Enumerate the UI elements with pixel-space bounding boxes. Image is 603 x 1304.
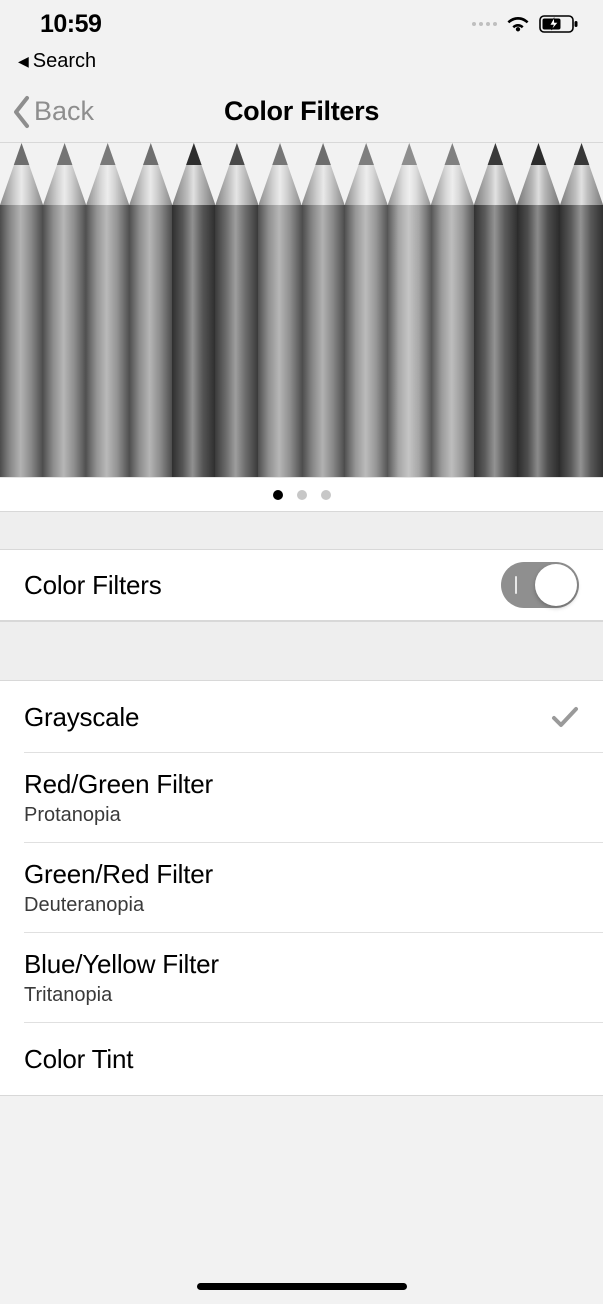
pencil: [258, 143, 301, 477]
pencil: [129, 143, 172, 477]
checkmark-icon: [551, 706, 579, 728]
filter-title: Red/Green Filter: [24, 769, 213, 800]
page-dot[interactable]: [321, 490, 331, 500]
page-dot[interactable]: [273, 490, 283, 500]
pencil: [172, 143, 215, 477]
pencil: [345, 143, 388, 477]
breadcrumb-label: Search: [33, 50, 96, 73]
filter-subtitle: Tritanopia: [24, 984, 219, 1007]
color-filters-toggle-cell[interactable]: Color Filters: [0, 549, 603, 621]
home-indicator[interactable]: [197, 1283, 407, 1290]
nav-bar: Back Color Filters: [0, 81, 603, 143]
filter-title: Grayscale: [24, 702, 139, 733]
color-filters-toggle[interactable]: [501, 562, 579, 608]
color-preview-image[interactable]: [0, 143, 603, 478]
back-label: Back: [34, 96, 94, 127]
battery-charging-icon: [539, 14, 579, 34]
pencil: [388, 143, 431, 477]
pencil: [431, 143, 474, 477]
status-icons: [472, 14, 579, 34]
pencil: [43, 143, 86, 477]
filter-option[interactable]: Red/Green Filter Protanopia: [0, 753, 603, 843]
color-filters-toggle-label: Color Filters: [24, 570, 162, 601]
status-bar: 10:59: [0, 0, 603, 48]
breadcrumb-back-icon: ◀: [18, 53, 29, 70]
status-time: 10:59: [40, 10, 101, 39]
chevron-left-icon: [12, 95, 32, 129]
filter-title: Color Tint: [24, 1044, 133, 1075]
filter-subtitle: Deuteranopia: [24, 894, 213, 917]
pencil: [0, 143, 43, 477]
cellular-dots-icon: [472, 22, 497, 26]
filter-title: Green/Red Filter: [24, 859, 213, 890]
filter-list: Grayscale Red/Green Filter Protanopia Green…: [0, 681, 603, 1096]
pencil: [86, 143, 129, 477]
filter-option[interactable]: Green/Red Filter Deuteranopia: [0, 843, 603, 933]
filter-option[interactable]: Color Tint: [0, 1023, 603, 1095]
pencil: [474, 143, 517, 477]
pencil: [215, 143, 258, 477]
pencil: [517, 143, 560, 477]
page-title: Color Filters: [224, 96, 379, 127]
breadcrumb[interactable]: ◀ Search: [0, 48, 603, 81]
pencil: [302, 143, 345, 477]
pencil: [560, 143, 603, 477]
back-button[interactable]: Back: [12, 95, 94, 129]
wifi-icon: [505, 14, 531, 34]
filter-option[interactable]: Grayscale: [0, 681, 603, 753]
page-dot[interactable]: [297, 490, 307, 500]
filter-option[interactable]: Blue/Yellow Filter Tritanopia: [0, 933, 603, 1023]
filter-subtitle: Protanopia: [24, 804, 213, 827]
page-indicator[interactable]: [0, 478, 603, 512]
filter-title: Blue/Yellow Filter: [24, 949, 219, 980]
